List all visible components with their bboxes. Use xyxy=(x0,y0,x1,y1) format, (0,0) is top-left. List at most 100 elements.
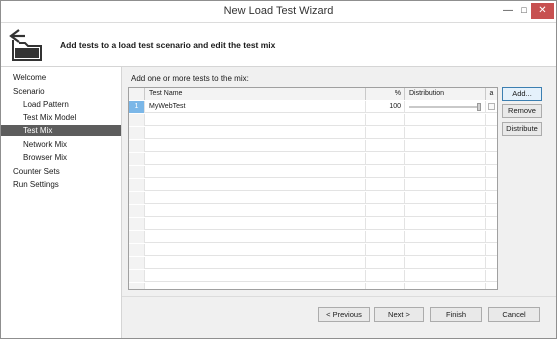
empty-cell[interactable] xyxy=(145,140,366,152)
empty-cell[interactable] xyxy=(366,127,405,139)
empty-cell[interactable] xyxy=(366,114,405,126)
table-row[interactable] xyxy=(129,140,497,152)
empty-cell[interactable] xyxy=(129,153,145,165)
empty-cell[interactable] xyxy=(145,244,366,256)
empty-cell[interactable] xyxy=(366,140,405,152)
empty-cell[interactable] xyxy=(486,192,497,204)
column-header-lock[interactable]: a xyxy=(486,88,497,100)
empty-cell[interactable] xyxy=(129,192,145,204)
empty-cell[interactable] xyxy=(405,114,486,126)
empty-cell[interactable] xyxy=(145,153,366,165)
empty-cell[interactable] xyxy=(486,244,497,256)
empty-cell[interactable] xyxy=(405,153,486,165)
empty-cell[interactable] xyxy=(366,153,405,165)
empty-cell[interactable] xyxy=(366,244,405,256)
empty-cell[interactable] xyxy=(486,205,497,217)
empty-cell[interactable] xyxy=(129,283,145,289)
empty-cell[interactable] xyxy=(366,166,405,178)
test-name-cell[interactable]: MyWebTest xyxy=(145,101,366,113)
empty-cell[interactable] xyxy=(129,127,145,139)
empty-cell[interactable] xyxy=(486,231,497,243)
empty-cell[interactable] xyxy=(145,166,366,178)
empty-cell[interactable] xyxy=(145,283,366,289)
empty-cell[interactable] xyxy=(486,114,497,126)
nav-item-load-pattern[interactable]: Load Pattern xyxy=(1,99,121,110)
distribution-slider[interactable] xyxy=(409,103,481,111)
empty-cell[interactable] xyxy=(405,218,486,230)
previous-button[interactable]: < Previous xyxy=(318,307,370,322)
empty-cell[interactable] xyxy=(405,205,486,217)
empty-cell[interactable] xyxy=(405,166,486,178)
empty-cell[interactable] xyxy=(129,205,145,217)
empty-cell[interactable] xyxy=(145,231,366,243)
table-row[interactable] xyxy=(129,270,497,282)
table-row[interactable] xyxy=(129,218,497,230)
nav-item-network-mix[interactable]: Network Mix xyxy=(1,139,121,150)
empty-cell[interactable] xyxy=(129,244,145,256)
table-row[interactable] xyxy=(129,231,497,243)
empty-cell[interactable] xyxy=(486,140,497,152)
empty-cell[interactable] xyxy=(145,205,366,217)
finish-button[interactable]: Finish xyxy=(430,307,482,322)
nav-item-scenario[interactable]: Scenario xyxy=(1,86,121,97)
table-row[interactable] xyxy=(129,244,497,256)
empty-cell[interactable] xyxy=(405,179,486,191)
empty-cell[interactable] xyxy=(486,257,497,269)
empty-cell[interactable] xyxy=(405,270,486,282)
empty-cell[interactable] xyxy=(366,283,405,289)
empty-cell[interactable] xyxy=(405,257,486,269)
empty-cell[interactable] xyxy=(405,127,486,139)
empty-cell[interactable] xyxy=(145,218,366,230)
table-row[interactable] xyxy=(129,192,497,204)
empty-cell[interactable] xyxy=(405,140,486,152)
table-row[interactable] xyxy=(129,283,497,289)
next-button[interactable]: Next > xyxy=(374,307,424,322)
slider-thumb[interactable] xyxy=(477,103,481,111)
empty-cell[interactable] xyxy=(129,140,145,152)
cancel-button[interactable]: Cancel xyxy=(488,307,540,322)
empty-cell[interactable] xyxy=(486,270,497,282)
table-row[interactable] xyxy=(129,114,497,126)
table-row[interactable] xyxy=(129,205,497,217)
table-row[interactable] xyxy=(129,166,497,178)
empty-cell[interactable] xyxy=(129,218,145,230)
empty-cell[interactable] xyxy=(366,257,405,269)
percent-cell[interactable]: 100 xyxy=(366,101,405,113)
empty-cell[interactable] xyxy=(129,231,145,243)
empty-cell[interactable] xyxy=(366,205,405,217)
empty-cell[interactable] xyxy=(486,218,497,230)
empty-cell[interactable] xyxy=(366,231,405,243)
distribute-button[interactable]: Distribute xyxy=(502,122,542,136)
empty-cell[interactable] xyxy=(486,179,497,191)
empty-cell[interactable] xyxy=(145,192,366,204)
empty-cell[interactable] xyxy=(145,127,366,139)
column-header-test-name[interactable]: Test Name xyxy=(145,88,366,100)
empty-cell[interactable] xyxy=(366,179,405,191)
empty-cell[interactable] xyxy=(486,283,497,289)
empty-cell[interactable] xyxy=(486,166,497,178)
remove-button[interactable]: Remove xyxy=(502,104,542,118)
empty-cell[interactable] xyxy=(405,283,486,289)
empty-cell[interactable] xyxy=(129,114,145,126)
empty-cell[interactable] xyxy=(145,270,366,282)
empty-cell[interactable] xyxy=(145,179,366,191)
empty-cell[interactable] xyxy=(405,244,486,256)
empty-cell[interactable] xyxy=(129,257,145,269)
nav-item-counter-sets[interactable]: Counter Sets xyxy=(1,166,121,177)
empty-cell[interactable] xyxy=(405,231,486,243)
empty-cell[interactable] xyxy=(129,270,145,282)
nav-item-welcome[interactable]: Welcome xyxy=(1,72,121,83)
row-index[interactable]: 1 xyxy=(129,101,145,113)
empty-cell[interactable] xyxy=(145,114,366,126)
empty-cell[interactable] xyxy=(129,166,145,178)
empty-cell[interactable] xyxy=(145,257,366,269)
empty-cell[interactable] xyxy=(129,179,145,191)
table-row[interactable] xyxy=(129,257,497,269)
empty-cell[interactable] xyxy=(405,192,486,204)
table-row[interactable]: 1 MyWebTest 100 xyxy=(129,101,497,113)
empty-cell[interactable] xyxy=(486,153,497,165)
nav-item-test-mix-model[interactable]: Test Mix Model xyxy=(1,112,121,123)
table-row[interactable] xyxy=(129,127,497,139)
table-row[interactable] xyxy=(129,179,497,191)
add-button[interactable]: Add... xyxy=(502,87,542,101)
